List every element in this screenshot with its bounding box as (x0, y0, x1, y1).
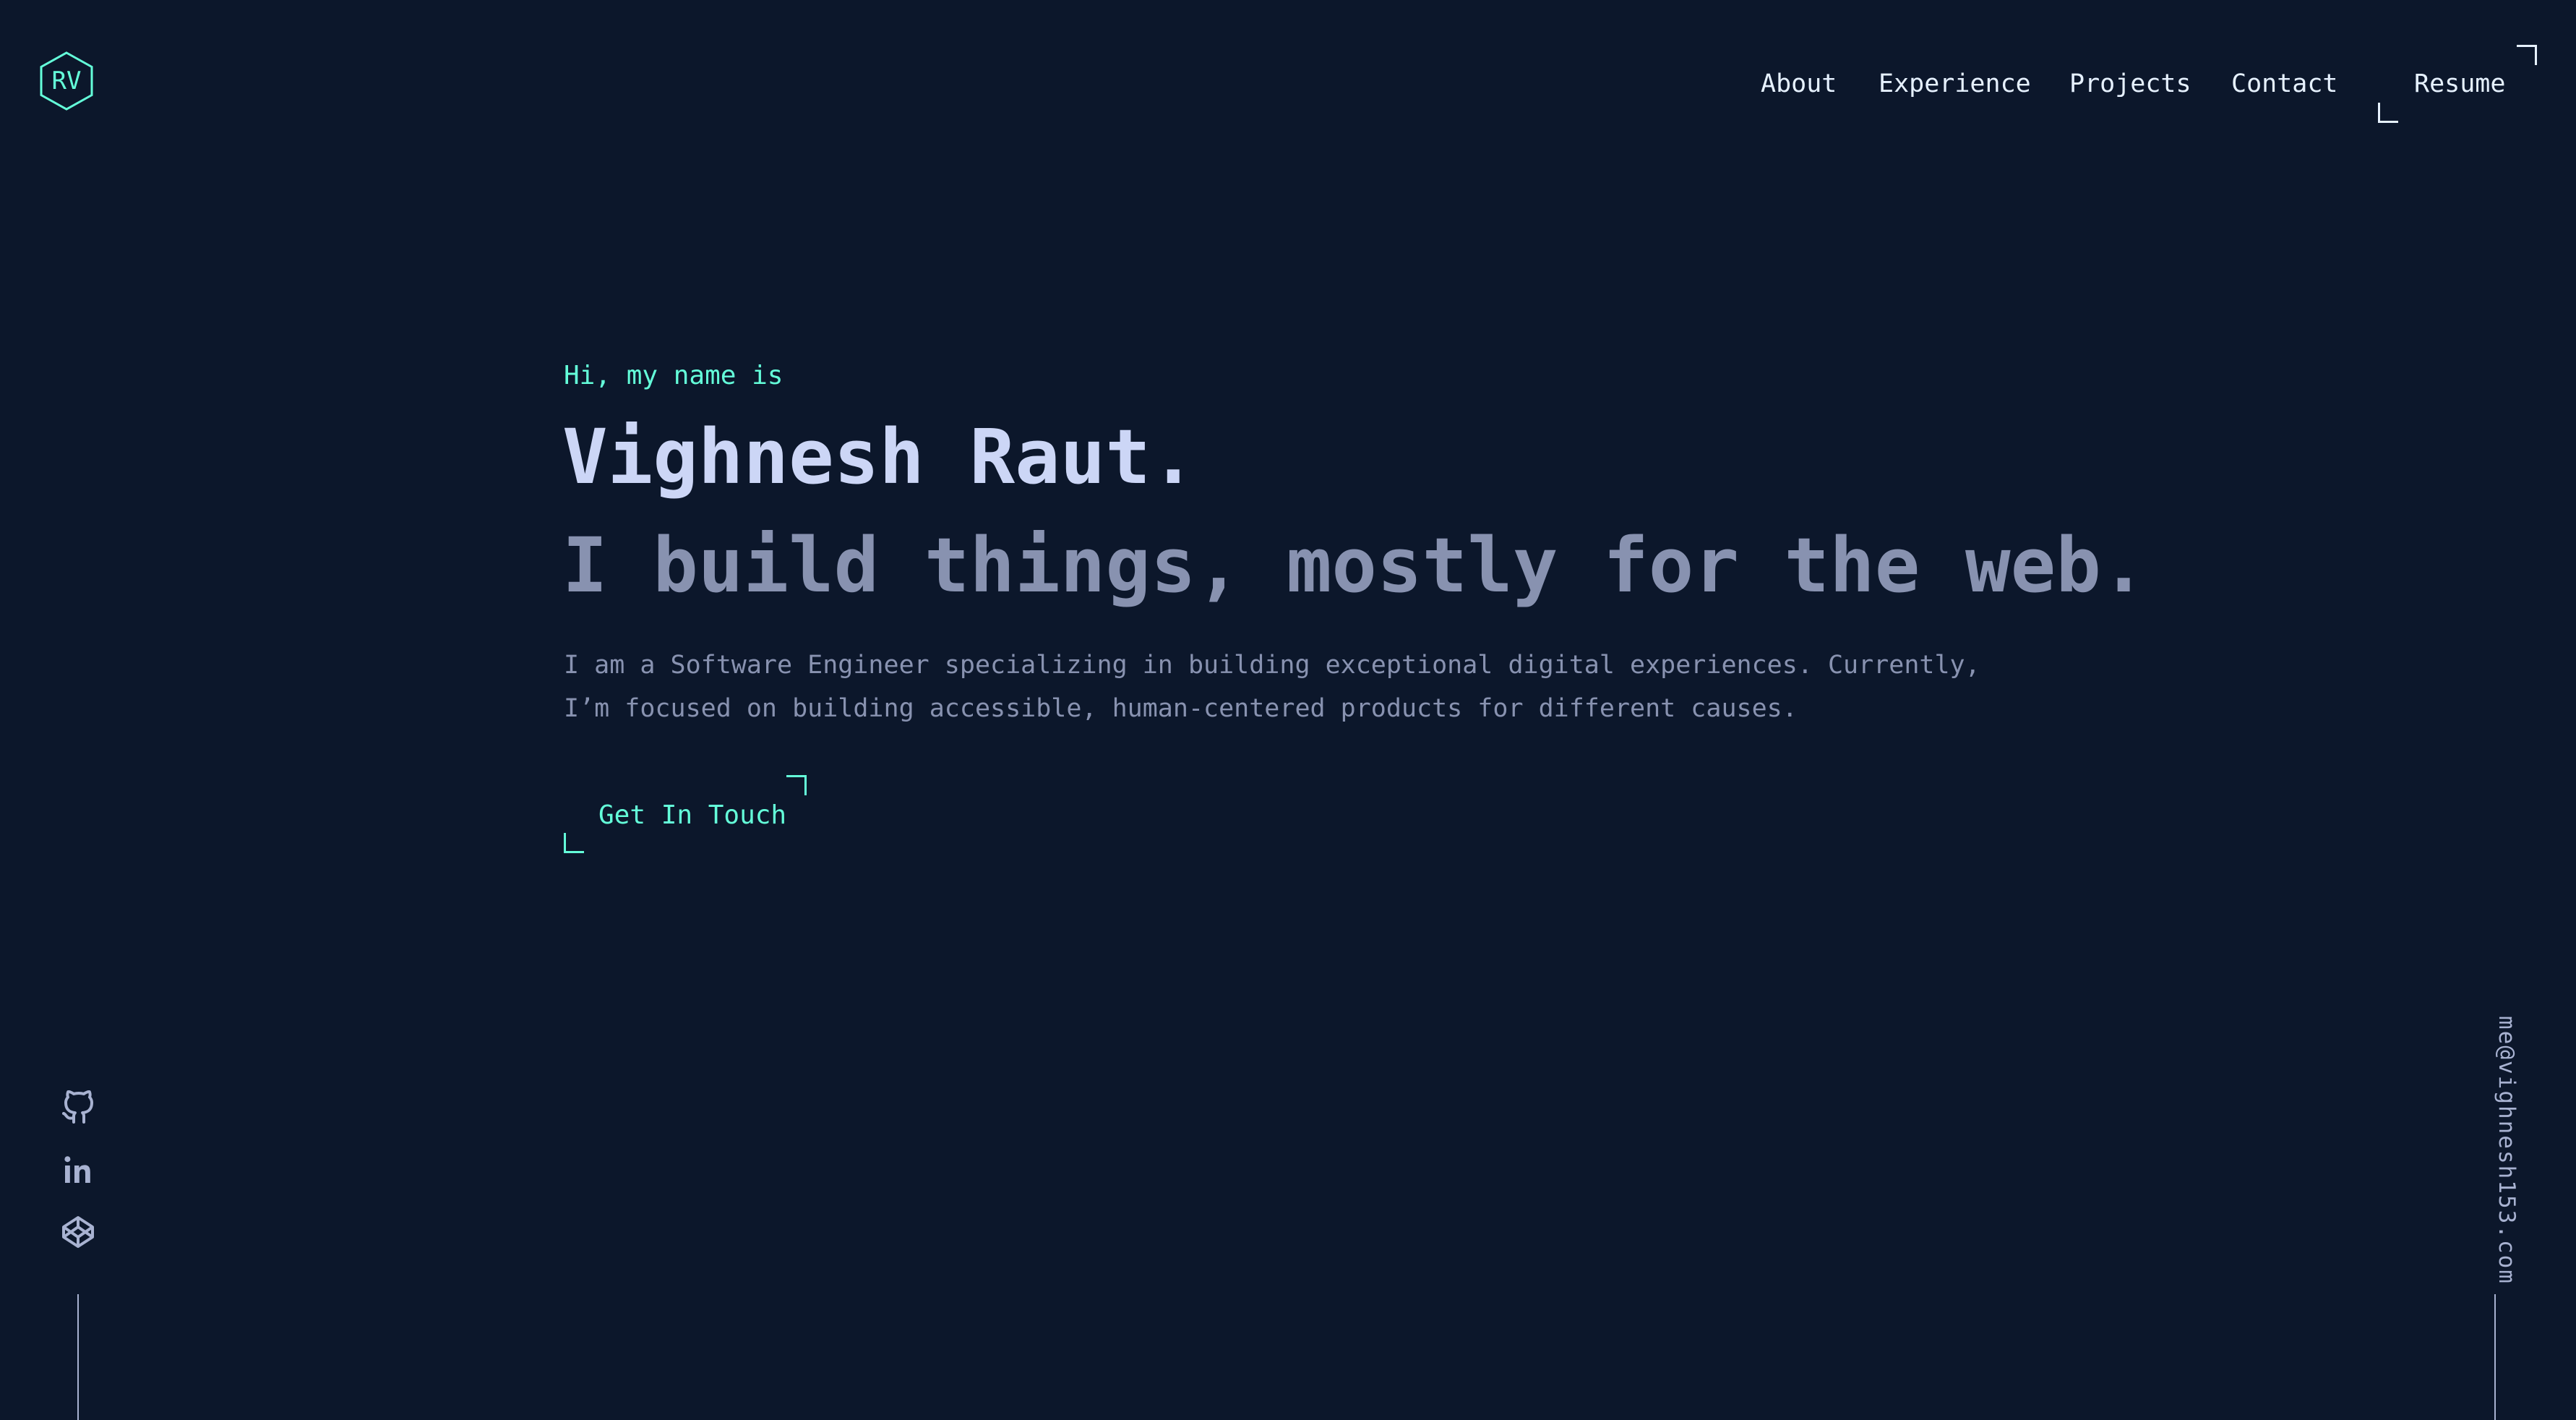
right-rail-line (2494, 1294, 2496, 1420)
nav-link-contact[interactable]: Contact (2231, 69, 2338, 98)
github-icon[interactable] (61, 1090, 95, 1125)
resume-button[interactable]: Resume (2378, 45, 2537, 123)
nav-link-experience[interactable]: Experience (1879, 69, 2031, 98)
bracket-corner-icon (2378, 103, 2398, 123)
logo-text: RV (51, 67, 82, 95)
bracket-corner-icon (2517, 45, 2537, 65)
linkedin-icon[interactable] (61, 1152, 95, 1187)
codepen-icon[interactable] (61, 1215, 95, 1249)
bracket-corner-icon (786, 775, 807, 795)
resume-button-label: Resume (2414, 69, 2506, 98)
left-rail-line (77, 1294, 79, 1420)
nav-link-about[interactable]: About (1761, 69, 1837, 98)
get-in-touch-button[interactable]: Get In Touch (564, 775, 807, 853)
hero-description: I am a Software Engineer specializing in… (564, 651, 1980, 723)
hero-name: Vighnesh Raut. (562, 413, 1196, 501)
hero-greeting: Hi, my name is (564, 361, 783, 390)
bracket-corner-icon (564, 833, 584, 853)
logo[interactable]: RV (36, 51, 97, 111)
email-link[interactable]: me@vighnesh153.com (2494, 1016, 2520, 1285)
nav-link-projects[interactable]: Projects (2069, 69, 2191, 98)
get-in-touch-label: Get In Touch (598, 800, 787, 830)
hero-tagline: I build things, mostly for the web. (562, 521, 2147, 610)
